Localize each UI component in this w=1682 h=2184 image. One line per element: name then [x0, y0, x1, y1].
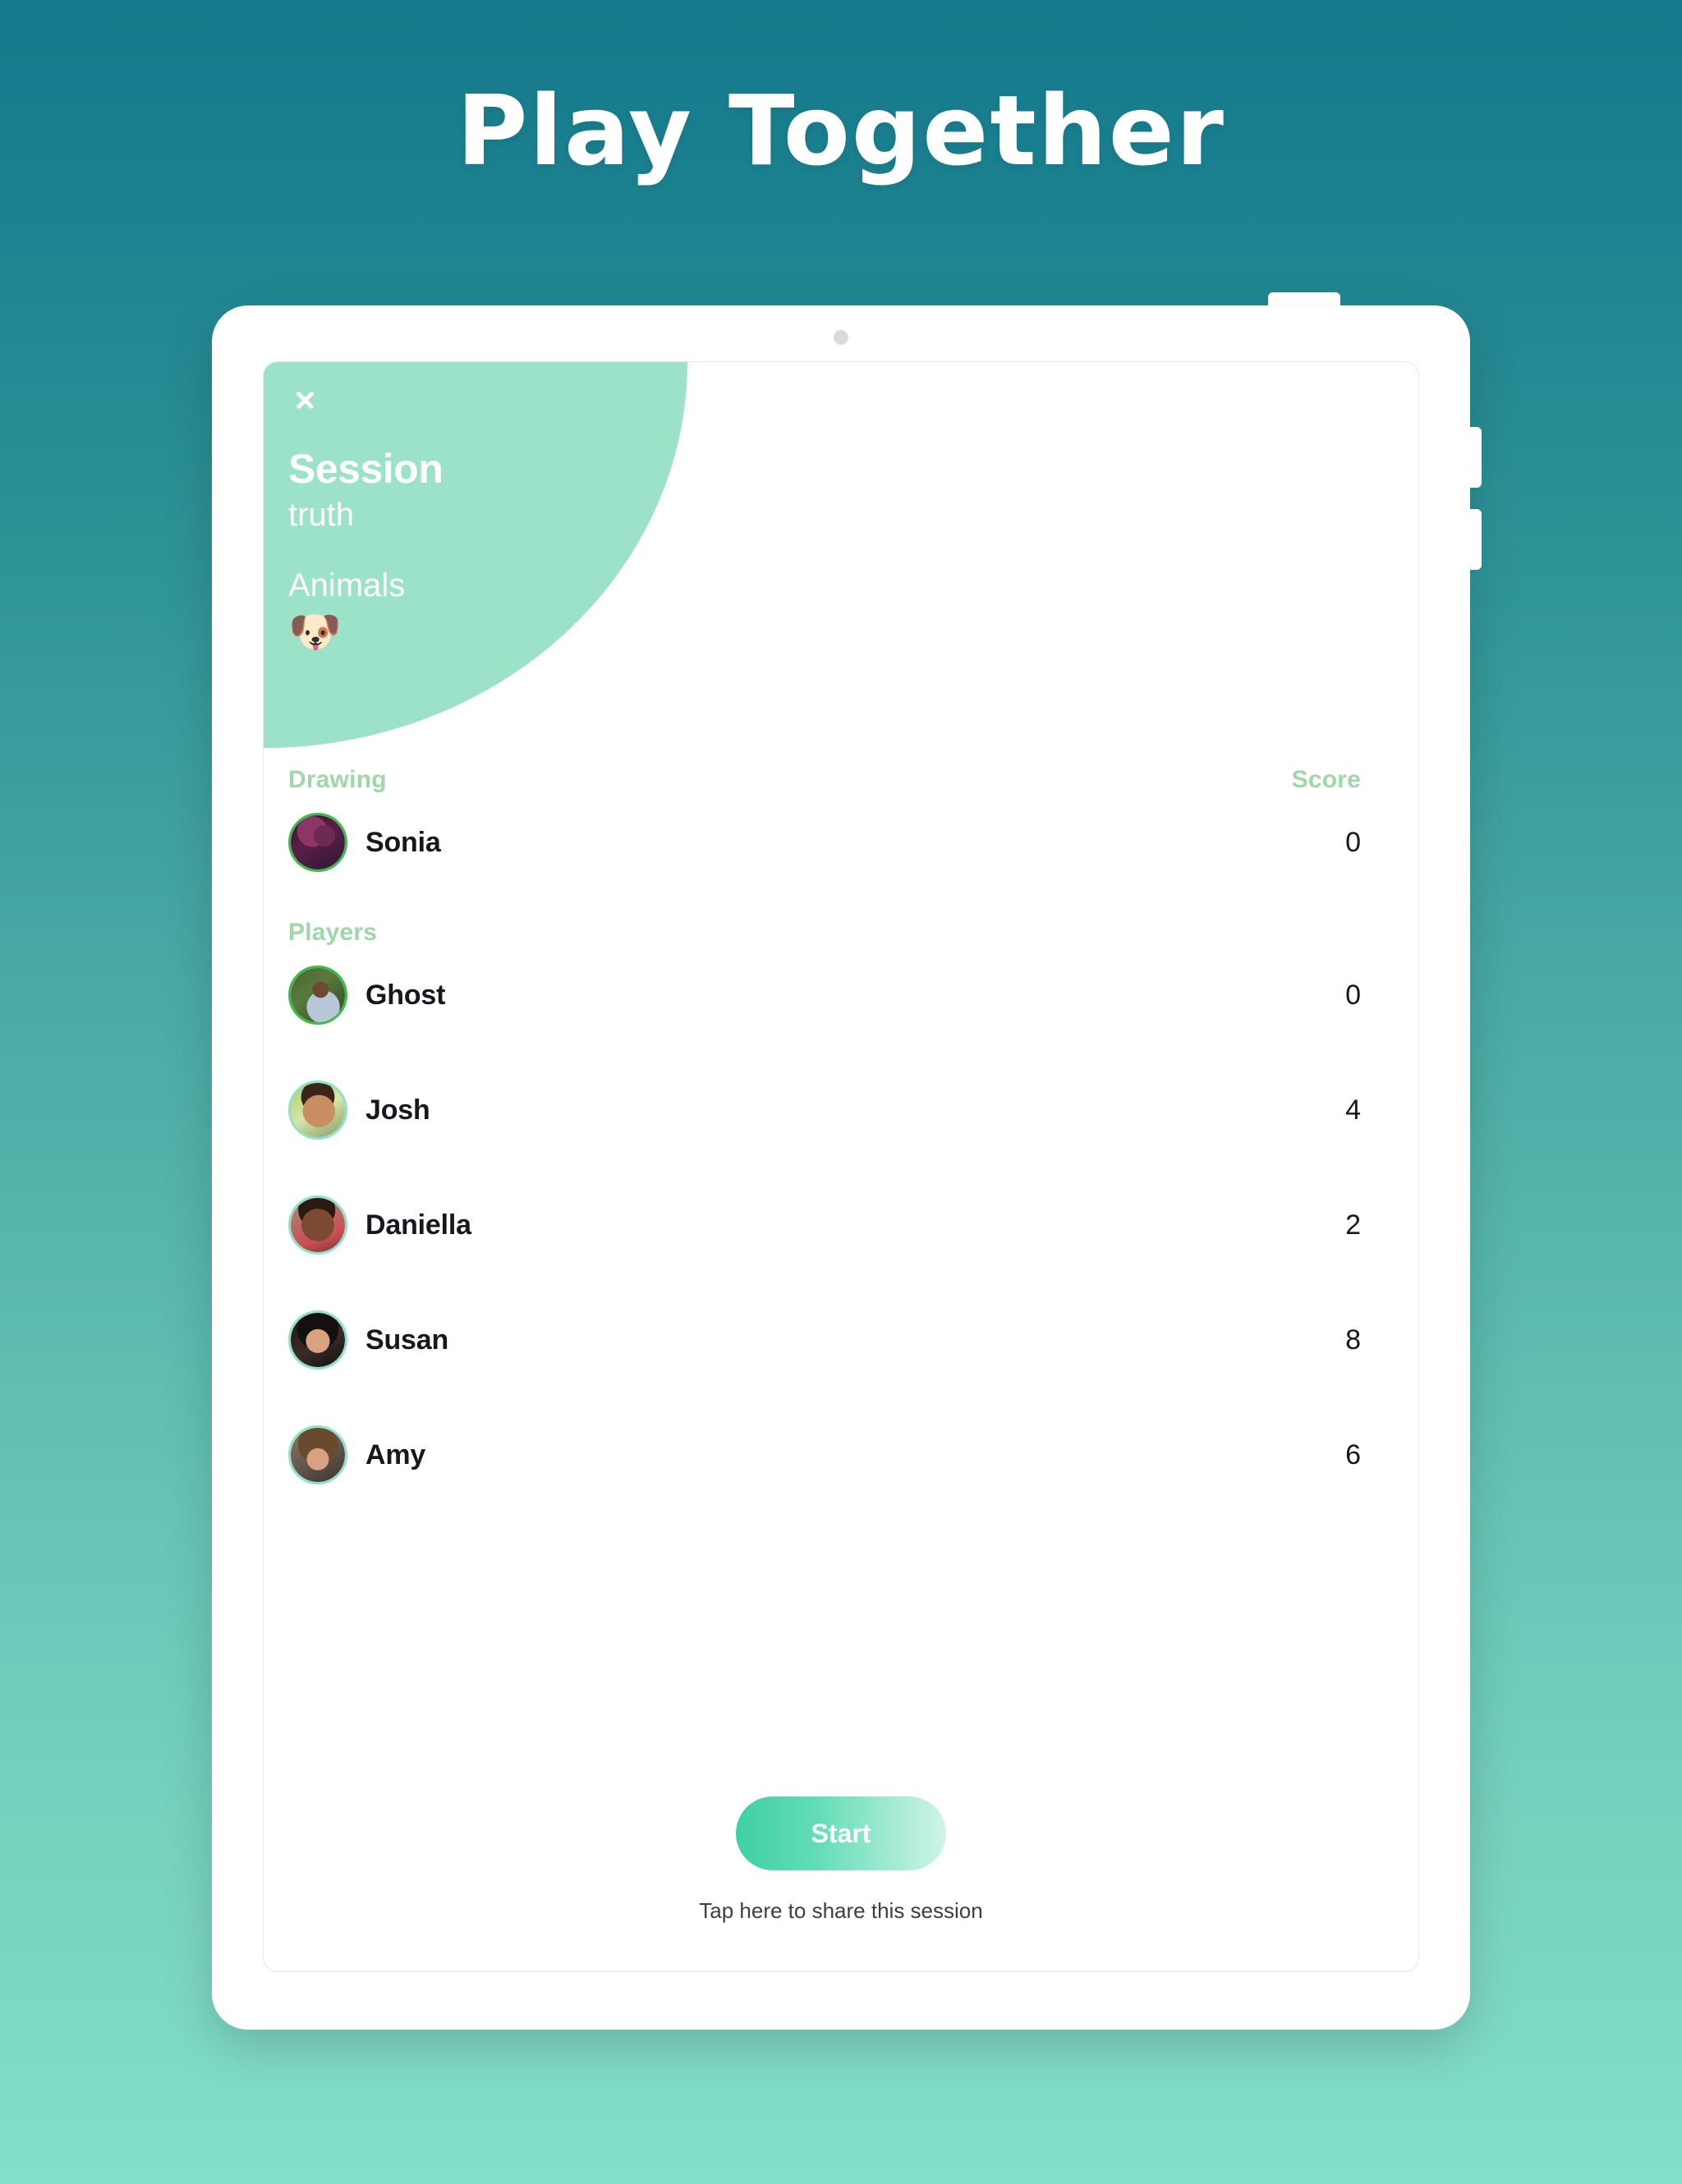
session-header-blob: Session truth Animals 🐶 — [264, 362, 687, 748]
page-title: Play Together — [457, 74, 1225, 187]
avatar-image — [291, 1083, 345, 1137]
player-score: 0 — [1345, 979, 1361, 1011]
score-column-label: Score — [1291, 766, 1361, 793]
player-score: 0 — [1345, 826, 1361, 858]
camera-dot-icon — [834, 330, 848, 345]
avatar — [288, 813, 347, 872]
table-row[interactable]: Daniella 2 — [288, 1195, 1361, 1255]
avatar — [288, 966, 347, 1025]
avatar — [288, 1195, 347, 1255]
power-button[interactable] — [1268, 292, 1340, 309]
table-row[interactable]: Susan 8 — [288, 1310, 1361, 1370]
volume-down-button[interactable] — [1468, 509, 1482, 570]
player-identity: Sonia — [288, 813, 441, 872]
session-subtitle: truth — [288, 496, 355, 533]
player-score: 4 — [1345, 1094, 1361, 1126]
player-name: Sonia — [365, 826, 441, 858]
session-title: Session — [288, 446, 443, 492]
avatar-image — [291, 1198, 345, 1252]
drawing-section-header: Drawing Score — [288, 766, 1361, 794]
session-app-card: Session truth Animals 🐶 Drawing Score So… — [263, 361, 1419, 1972]
card-footer: Start Tap here to share this session — [264, 1796, 1418, 1924]
close-icon[interactable] — [288, 383, 321, 416]
avatar-image — [291, 815, 345, 869]
players-section-header: Players — [288, 919, 1361, 947]
player-identity: Ghost — [288, 966, 445, 1025]
player-identity: Susan — [288, 1310, 448, 1370]
avatar — [288, 1081, 347, 1140]
avatar-image — [291, 968, 345, 1022]
players-label: Players — [288, 919, 378, 946]
player-score: 8 — [1345, 1324, 1361, 1356]
player-name: Ghost — [365, 979, 446, 1011]
share-session-link[interactable]: Tap here to share this session — [264, 1898, 1418, 1924]
player-name: Daniella — [365, 1209, 471, 1241]
table-row[interactable]: Sonia 0 — [288, 812, 1361, 873]
dog-face-icon: 🐶 — [288, 607, 342, 657]
session-category: Animals — [288, 567, 406, 603]
table-row[interactable]: Amy 6 — [288, 1425, 1361, 1485]
player-name: Amy — [365, 1438, 426, 1471]
start-button[interactable]: Start — [736, 1796, 946, 1870]
player-name: Susan — [365, 1324, 449, 1356]
player-score: 2 — [1345, 1209, 1361, 1241]
player-score: 6 — [1345, 1438, 1361, 1471]
avatar-image — [291, 1428, 345, 1482]
player-identity: Amy — [288, 1425, 425, 1484]
avatar — [288, 1425, 347, 1484]
player-name: Josh — [365, 1094, 430, 1126]
table-row[interactable]: Josh 4 — [288, 1080, 1361, 1140]
avatar-image — [291, 1313, 345, 1367]
avatar — [288, 1310, 347, 1370]
player-identity: Josh — [288, 1081, 430, 1140]
drawing-label: Drawing — [288, 766, 387, 793]
tablet-device-frame: Session truth Animals 🐶 Drawing Score So… — [212, 292, 1482, 2030]
table-row[interactable]: Ghost 0 — [288, 965, 1361, 1025]
player-identity: Daniella — [288, 1195, 471, 1255]
session-list-body: Drawing Score Sonia 0 Players Ghost 0 Jo… — [264, 748, 1418, 1485]
volume-up-button[interactable] — [1468, 427, 1482, 488]
